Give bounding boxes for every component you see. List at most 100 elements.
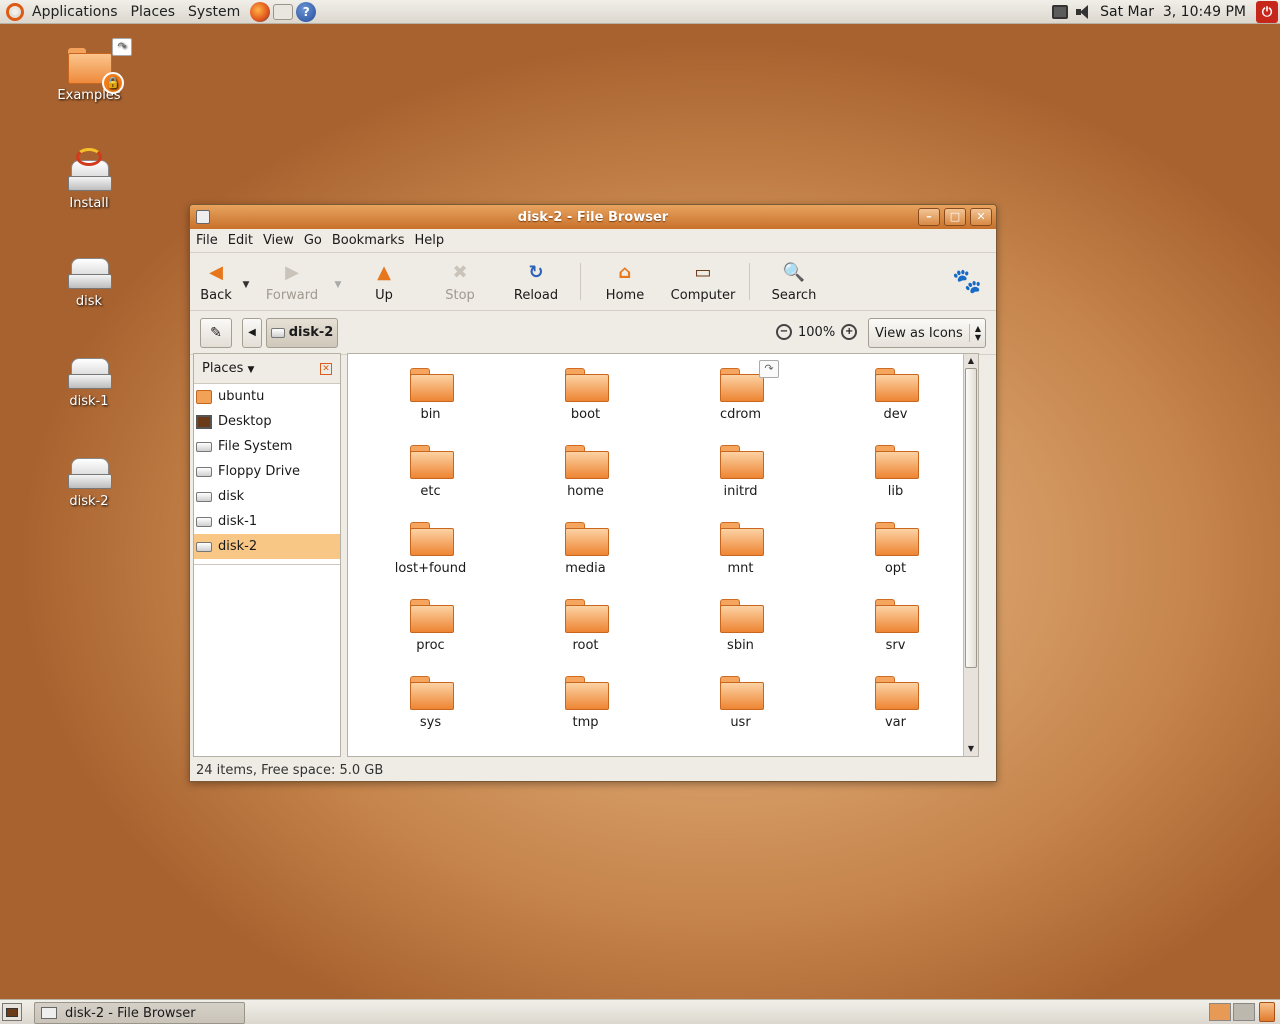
vertical-scrollbar[interactable]: ▲ ▼	[963, 354, 978, 756]
folder-item[interactable]: tmp	[508, 676, 663, 753]
file-view[interactable]: bin boot ↷ cdrom dev etc home initrd lib …	[347, 353, 979, 757]
drive-icon	[196, 491, 212, 502]
workspace-2[interactable]	[1233, 1003, 1255, 1021]
desktop-icon-disk-2[interactable]: disk-2	[44, 458, 134, 509]
mail-icon[interactable]	[273, 3, 294, 20]
sidebar-item-disk-2[interactable]: disk-2	[194, 534, 340, 559]
drive-icon	[196, 541, 212, 552]
sidebar-item-disk[interactable]: disk	[194, 484, 340, 509]
folder-item[interactable]: sbin	[663, 599, 818, 676]
edit-location-icon: ✎	[210, 324, 222, 341]
path-button-disk-2[interactable]: disk-2	[266, 317, 338, 348]
folder-item[interactable]: mnt	[663, 522, 818, 599]
desktop-icon-examples[interactable]: ↷ 🔒 Examples	[44, 38, 134, 103]
reload-button[interactable]: ↻ Reload	[498, 253, 574, 310]
menu-view[interactable]: View	[263, 233, 294, 248]
close-sidebar-icon[interactable]: ✕	[320, 363, 332, 375]
window-menu-icon[interactable]	[196, 210, 210, 224]
clock[interactable]: Sat Mar 3, 10:49 PM	[1100, 4, 1246, 20]
taskbar-button-file-browser[interactable]: disk-2 - File Browser	[34, 1002, 245, 1024]
path-scroll-left-button[interactable]: ◀	[242, 317, 262, 348]
forward-label: Forward	[265, 288, 319, 303]
status-bar: 24 items, Free space: 5.0 GB	[190, 759, 996, 781]
search-label: Search	[771, 288, 817, 303]
toggle-location-entry-button[interactable]: ✎	[200, 317, 232, 348]
sidebar-item-floppy-drive[interactable]: Floppy Drive	[194, 459, 340, 484]
computer-button[interactable]: ▭ Computer	[663, 253, 743, 310]
menu-edit[interactable]: Edit	[228, 233, 253, 248]
folder-item[interactable]: etc	[353, 445, 508, 522]
help-icon[interactable]: ?	[296, 1, 317, 22]
view-mode-select[interactable]: View as Icons ▲ ▼	[868, 318, 986, 348]
network-monitor-icon[interactable]	[1052, 5, 1069, 19]
sidebar-item-disk-1[interactable]: disk-1	[194, 509, 340, 534]
folder-item[interactable]: root	[508, 599, 663, 676]
folder-icon	[874, 676, 919, 710]
back-history-dropdown[interactable]: ▼	[238, 253, 254, 310]
folder-item[interactable]: home	[508, 445, 663, 522]
window-titlebar[interactable]: disk-2 - File Browser – □ ✕	[190, 205, 996, 229]
folder-item[interactable]: lib	[818, 445, 973, 522]
scroll-up-icon[interactable]: ▲	[964, 354, 978, 368]
folder-icon	[409, 368, 454, 402]
firefox-icon[interactable]	[250, 1, 271, 22]
folder-icon: ↷ 🔒	[68, 38, 132, 94]
folder-item[interactable]: opt	[818, 522, 973, 599]
folder-item[interactable]: initrd	[663, 445, 818, 522]
zoom-out-icon[interactable]: −	[776, 324, 792, 340]
sidebar-item-ubuntu[interactable]: ubuntu	[194, 384, 340, 409]
desktop-icon-install[interactable]: Install	[44, 148, 134, 211]
folder-item[interactable]: var	[818, 676, 973, 753]
search-button[interactable]: 🔍 Search	[756, 253, 832, 310]
show-desktop-icon[interactable]	[2, 1003, 22, 1021]
taskbar-button-label: disk-2 - File Browser	[65, 1005, 196, 1021]
sidebar-item-file-system[interactable]: File System	[194, 434, 340, 459]
zoom-in-icon[interactable]: +	[841, 324, 858, 340]
menu-help[interactable]: Help	[414, 233, 444, 248]
folder-item[interactable]: dev	[818, 368, 973, 445]
reload-label: Reload	[513, 288, 559, 303]
menu-bookmarks[interactable]: Bookmarks	[332, 233, 405, 248]
folder-item[interactable]: ↷ cdrom	[663, 360, 818, 445]
menu-file[interactable]: File	[196, 233, 218, 248]
folder-item[interactable]: srv	[818, 599, 973, 676]
forward-history-dropdown[interactable]: ▼	[330, 253, 346, 310]
sidebar-type-select[interactable]: Places ▼	[202, 361, 254, 376]
menu-go[interactable]: Go	[304, 233, 322, 248]
folder-item[interactable]: proc	[353, 599, 508, 676]
scroll-down-icon[interactable]: ▼	[964, 742, 978, 756]
folder-item[interactable]: sys	[353, 676, 508, 753]
folder-icon	[874, 599, 919, 633]
minimize-button[interactable]: –	[918, 208, 940, 226]
power-icon[interactable]: ⏻	[1256, 1, 1278, 23]
scrollbar-thumb[interactable]	[965, 368, 977, 668]
volume-icon[interactable]	[1076, 5, 1092, 19]
trash-icon[interactable]	[1259, 1002, 1275, 1022]
zoom-level[interactable]: 100%	[798, 325, 835, 340]
forward-button[interactable]: ▶ Forward	[254, 253, 330, 310]
home-button[interactable]: ⌂ Home	[587, 253, 663, 310]
folder-item[interactable]: usr	[663, 676, 818, 753]
applications-menu[interactable]: Applications	[0, 0, 125, 24]
desktop-icon-disk[interactable]: disk	[44, 258, 134, 309]
folder-item[interactable]: media	[508, 522, 663, 599]
maximize-button[interactable]: □	[944, 208, 966, 226]
folder-item[interactable]: boot	[508, 368, 663, 445]
close-button[interactable]: ✕	[970, 208, 992, 226]
desktop-icon-label: disk-1	[69, 394, 109, 409]
back-button[interactable]: ◀ Back	[194, 253, 238, 310]
sidebar-item-label: disk	[218, 489, 245, 504]
places-menu[interactable]: Places	[125, 0, 183, 24]
zoom-control: − 100% +	[770, 324, 863, 340]
folder-label: lost+found	[394, 561, 467, 576]
system-menu[interactable]: System	[182, 0, 247, 24]
drive-icon	[196, 441, 212, 452]
folder-label: home	[567, 484, 604, 499]
workspace-1[interactable]	[1209, 1003, 1231, 1021]
folder-item[interactable]: bin	[353, 368, 508, 445]
sidebar-item-desktop[interactable]: Desktop	[194, 409, 340, 434]
up-button[interactable]: ▲ Up	[346, 253, 422, 310]
stop-button[interactable]: ✖ Stop	[422, 253, 498, 310]
folder-item[interactable]: lost+found	[353, 522, 508, 599]
desktop-icon-disk-1[interactable]: disk-1	[44, 358, 134, 409]
